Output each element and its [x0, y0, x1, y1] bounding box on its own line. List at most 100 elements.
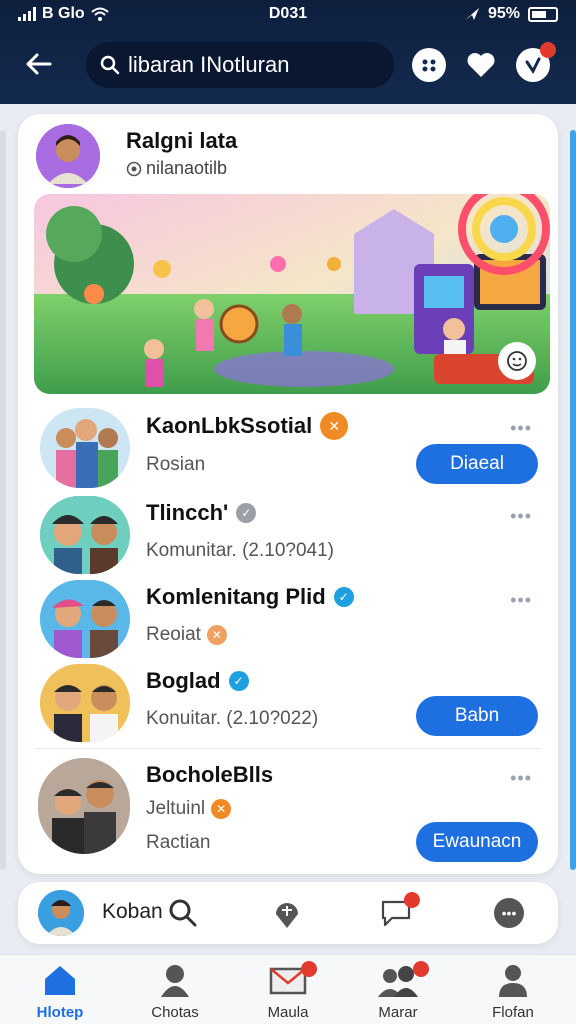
tab-home-label: Hlotep — [36, 1004, 84, 1021]
search-input[interactable] — [128, 52, 378, 78]
verified-badge-icon: ✓ — [228, 671, 249, 691]
tab-home[interactable]: Hlotep — [15, 963, 105, 1021]
list-item-action-button[interactable]: Ewaunacn — [416, 822, 538, 862]
list-item[interactable]: KaonLbkSsotial ✕ Rosian ••• Diaeal — [18, 404, 558, 490]
profile-avatar-image — [36, 124, 100, 188]
list-item-name: KaonLbkSsotial — [146, 413, 313, 438]
arrow-left-icon — [26, 53, 52, 75]
favorites-button[interactable] — [464, 48, 498, 82]
list-item-name-row: KaonLbkSsotial ✕ — [146, 412, 349, 440]
status-badge-icon: ✕ — [211, 799, 232, 819]
list-item-action-button[interactable]: Babn — [416, 696, 538, 736]
more-options-icon[interactable]: ••• — [510, 768, 532, 789]
banner-illustration — [34, 194, 550, 394]
list-item-name-row: Boglad ✓ — [146, 668, 249, 694]
comments-badge — [404, 892, 420, 908]
list-item-name: BocholeBlls — [146, 762, 274, 787]
smiley-icon — [507, 351, 527, 371]
groups-badge — [413, 961, 429, 977]
bottom-tab-bar: Hlotep Chotas Maula Marar Flofan — [0, 954, 576, 1024]
list-item-name-row: Tlincch' ✓ — [146, 500, 257, 526]
status-badge-icon: ✕ — [206, 625, 227, 645]
list-item-avatar — [40, 496, 130, 574]
profile-name: Ralgni lata — [126, 128, 238, 153]
duo-avatar-image — [40, 580, 130, 658]
action-bar: Koban ••• — [18, 882, 558, 944]
divider — [36, 748, 540, 749]
tab-groups-label: Marar — [378, 1004, 418, 1021]
top-header: B Glo D031 95% — [0, 0, 576, 104]
tab-profile-label: Flofan — [492, 1004, 534, 1021]
location-icon — [464, 8, 479, 20]
list-item-avatar — [40, 580, 130, 658]
comments-button[interactable] — [380, 892, 420, 933]
list-item-subtitle-row: Jeltuinl ✕ — [146, 798, 232, 820]
list-item-name: Boglad — [146, 668, 221, 693]
list-item-subtitle: Jeltuinl — [146, 798, 206, 819]
user-avatar-image — [38, 890, 84, 936]
list-item-avatar — [40, 408, 130, 488]
more-options-icon[interactable]: ••• — [510, 590, 532, 611]
duo-avatar-image — [40, 664, 130, 742]
verified-badge-icon: ✕ — [320, 412, 349, 440]
right-edge-peek — [570, 130, 576, 870]
notification-badge — [540, 42, 556, 58]
controller-icon — [422, 59, 436, 72]
mail-badge — [301, 961, 317, 977]
duo-avatar-image — [38, 758, 130, 854]
checkmark-icon — [525, 57, 541, 74]
ellipsis-icon: ••• — [501, 905, 517, 921]
list-item-name: Tlincch' — [146, 500, 229, 525]
tab-mail-label: Maula — [267, 1004, 309, 1021]
home-icon — [45, 966, 75, 995]
list-item-subtitle: Konuitar. (2.10?022) — [146, 708, 319, 729]
featured-banner[interactable] — [34, 194, 550, 394]
duo-avatar-image — [40, 496, 130, 574]
game-controller-button[interactable] — [412, 48, 446, 82]
tab-chats[interactable]: Chotas — [130, 963, 220, 1021]
list-item[interactable]: Boglad ✓ Konuitar. (2.10?022) Babn — [18, 660, 558, 746]
verified-badge-icon: ✓ — [236, 503, 257, 523]
at-icon — [126, 161, 142, 176]
profile-header[interactable]: Ralgni lata nilanaotilb — [30, 118, 272, 194]
list-item[interactable]: BocholeBlls Jeltuinl ✕ Ractian ••• Ewaun… — [18, 754, 558, 870]
heart-icon — [467, 53, 495, 77]
search-icon — [169, 899, 197, 927]
profile-handle: nilanaotilb — [146, 158, 228, 178]
list-item[interactable]: Tlincch' ✓ Komunitar. (2.10?041) ••• — [18, 492, 558, 578]
more-button[interactable]: ••• — [494, 898, 524, 928]
list-item-subtitle: Rosian — [146, 454, 206, 475]
battery-icon — [528, 6, 558, 22]
search-button[interactable] — [168, 898, 198, 933]
profile-handle-row: nilanaotilb — [126, 158, 227, 179]
map-pin-icon — [276, 903, 298, 928]
list-item-avatar — [40, 664, 130, 742]
list-item[interactable]: Komlenitang Plid ✓ Reoiat ✕ ••• — [18, 576, 558, 662]
list-item-name: Komlenitang Plid — [146, 584, 326, 609]
more-options-icon[interactable]: ••• — [510, 418, 532, 439]
list-item-subtitle: Reoiat — [146, 624, 201, 645]
list-item-action-button[interactable]: Diaeal — [416, 444, 538, 484]
location-button[interactable] — [272, 898, 302, 935]
banner-reaction-button[interactable] — [498, 342, 536, 380]
search-icon — [100, 55, 120, 75]
list-item-subtitle: Komunitar. (2.10?041) — [146, 540, 335, 561]
search-bar[interactable] — [86, 42, 394, 88]
list-item-subtitle-row: Reoiat ✕ — [146, 624, 227, 646]
list-item-caption: Ractian — [146, 832, 211, 853]
status-bar: B Glo D031 95% — [0, 0, 576, 30]
profile-avatar[interactable] — [36, 124, 100, 188]
main-card: Ralgni lata nilanaotilb KaonLbkSsotial ✕… — [18, 114, 558, 874]
back-button[interactable] — [20, 46, 56, 82]
more-options-icon[interactable]: ••• — [510, 506, 532, 527]
action-bar-label: Koban — [102, 900, 163, 923]
tab-profile[interactable]: Flofan — [468, 963, 558, 1021]
profile-icon — [499, 965, 527, 997]
tab-chats-label: Chotas — [151, 1004, 199, 1021]
battery-percent: 95% — [487, 5, 520, 22]
verified-badge-icon: ✓ — [333, 587, 354, 607]
notifications-button[interactable] — [516, 42, 556, 82]
tab-mail[interactable]: Maula — [243, 961, 333, 1021]
tab-groups[interactable]: Marar — [353, 961, 443, 1021]
current-user-avatar[interactable] — [38, 890, 84, 936]
